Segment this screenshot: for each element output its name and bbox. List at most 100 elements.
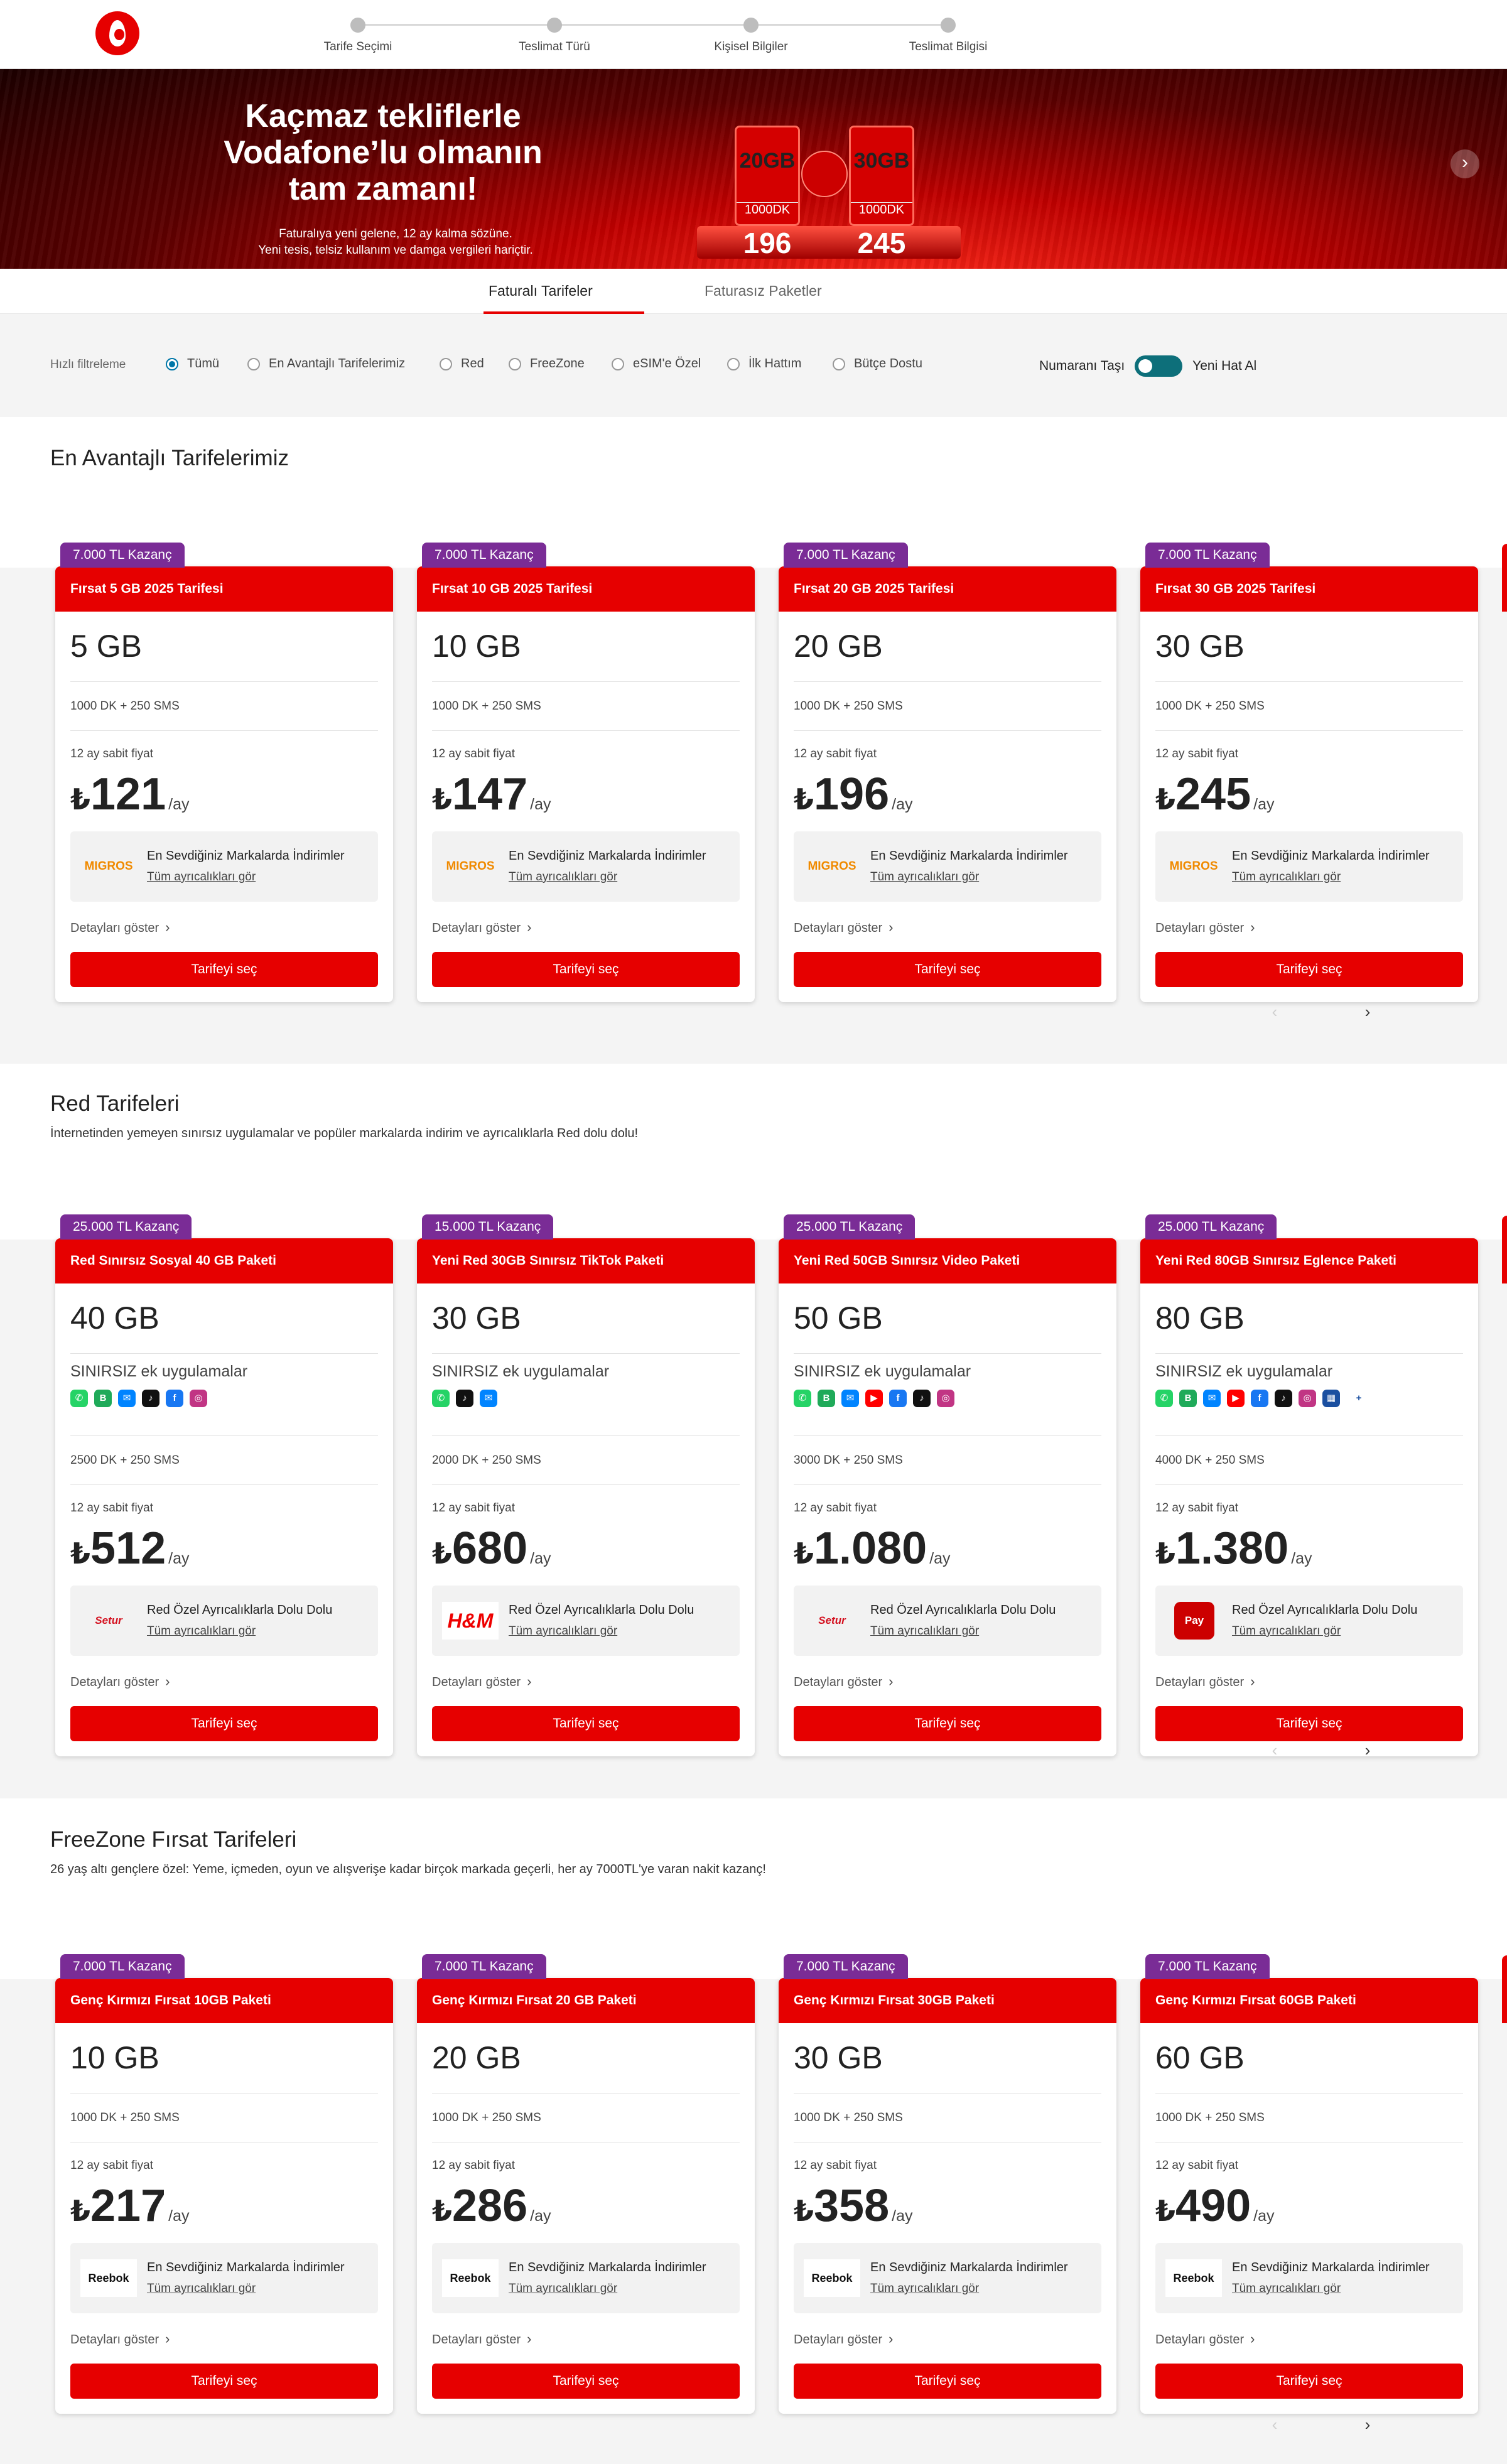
fixed-price-label: 12 ay sabit fiyat bbox=[1155, 2159, 1239, 2172]
perk-box[interactable]: Setur Red Özel Ayrıcalıklarla Dolu Dolu Tü… bbox=[70, 1586, 378, 1656]
all-perks-link[interactable]: Tüm ayrıcalıkları gör bbox=[509, 2282, 617, 2296]
show-details-link[interactable]: Detayları göster › bbox=[432, 919, 740, 936]
filter-esim[interactable]: eSIM'e Özel bbox=[612, 357, 701, 371]
filter-option-label: En Avantajlı Tarifelerimiz bbox=[269, 357, 406, 370]
filter-all[interactable]: Tümü bbox=[166, 357, 219, 371]
filter-first-line[interactable]: İlk Hattım bbox=[727, 357, 801, 371]
tariff-card-body: 20 GB 1000 DK + 250 SMS 12 ay sabit fiyat ₺… bbox=[779, 612, 1116, 1002]
select-tariff-button[interactable]: Tarifeyi seç bbox=[432, 952, 740, 987]
radio-icon[interactable] bbox=[612, 357, 624, 370]
earning-badge: 7.000 TL Kazanç bbox=[1145, 543, 1270, 568]
all-perks-link[interactable]: Tüm ayrıcalıkları gör bbox=[870, 870, 979, 884]
perk-box[interactable]: Reebok En Sevdiğiniz Markalarda İndirimle… bbox=[70, 2243, 378, 2313]
radio-icon[interactable] bbox=[166, 357, 178, 370]
monthly-price: ₺ 147/ay bbox=[432, 769, 740, 820]
show-details-link[interactable]: Detayları göster › bbox=[1155, 2331, 1463, 2347]
radio-icon[interactable] bbox=[247, 357, 260, 370]
radio-icon[interactable] bbox=[833, 357, 845, 370]
select-tariff-button[interactable]: Tarifeyi seç bbox=[70, 2364, 378, 2399]
all-perks-link[interactable]: Tüm ayrıcalıkları gör bbox=[1232, 870, 1341, 884]
select-tariff-button[interactable]: Tarifeyi seç bbox=[432, 2364, 740, 2399]
perk-box[interactable]: Reebok En Sevdiğiniz Markalarda İndirimle… bbox=[432, 2243, 740, 2313]
select-tariff-button[interactable]: Tarifeyi seç bbox=[794, 1706, 1101, 1741]
filter-red[interactable]: Red bbox=[440, 357, 484, 371]
show-details-link[interactable]: Detayları göster › bbox=[70, 919, 378, 936]
tab-prepaid[interactable]: Faturasız Paketler bbox=[705, 283, 822, 300]
show-details-link[interactable]: Detayları göster › bbox=[794, 1673, 1101, 1690]
select-tariff-button[interactable]: Tarifeyi seç bbox=[70, 952, 378, 987]
show-details-link[interactable]: Detayları göster › bbox=[1155, 919, 1463, 936]
carousel-next-icon[interactable]: › bbox=[1355, 1738, 1380, 1763]
perk-box[interactable]: Reebok En Sevdiğiniz Markalarda İndirimle… bbox=[1155, 2243, 1463, 2313]
price-amount: 121 bbox=[90, 769, 166, 819]
tariff-tabs: Faturalı Tarifeler Faturasız Paketler bbox=[0, 269, 1507, 314]
earning-badge: 7.000 TL Kazanç bbox=[60, 543, 185, 568]
show-details-link[interactable]: Detayları göster › bbox=[432, 1673, 740, 1690]
all-perks-link[interactable]: Tüm ayrıcalıkları gör bbox=[509, 1624, 617, 1638]
select-tariff-button[interactable]: Tarifeyi seç bbox=[794, 2364, 1101, 2399]
select-tariff-button[interactable]: Tarifeyi seç bbox=[432, 1706, 740, 1741]
all-perks-link[interactable]: Tüm ayrıcalıkları gör bbox=[147, 1624, 256, 1638]
brand-logo: MIGROS bbox=[808, 860, 856, 873]
promo-banner[interactable]: Kaçmaz tekliflerle Vodafone’lu olmanın t… bbox=[0, 69, 1507, 269]
perk-box[interactable]: MIGROS En Sevdiğiniz Markalarda İndirimle… bbox=[1155, 831, 1463, 902]
perk-box[interactable]: Pay Red Özel Ayrıcalıklarla Dolu Dolu Tüm … bbox=[1155, 1586, 1463, 1656]
number-port-toggle[interactable] bbox=[1135, 355, 1183, 377]
fixed-price-label: 12 ay sabit fiyat bbox=[432, 2159, 516, 2172]
carousel-next-icon[interactable]: › bbox=[1355, 1000, 1380, 1025]
data-amount: 80 GB bbox=[1155, 1283, 1463, 1354]
filter-best[interactable]: En Avantajlı Tarifelerimiz bbox=[247, 357, 405, 371]
all-perks-link[interactable]: Tüm ayrıcalıkları gör bbox=[1232, 2282, 1341, 2296]
all-perks-link[interactable]: Tüm ayrıcalıkları gör bbox=[147, 2282, 256, 2296]
carousel-prev-icon[interactable]: ‹ bbox=[1262, 1738, 1287, 1763]
carousel-prev-icon[interactable]: ‹ bbox=[1262, 1000, 1287, 1025]
vodafone-logo[interactable] bbox=[95, 11, 139, 55]
tiktok-icon: ♪ bbox=[1275, 1390, 1292, 1407]
earning-badge: 7.000 TL Kazanç bbox=[784, 543, 908, 568]
show-details-link[interactable]: Detayları göster › bbox=[1155, 1673, 1463, 1690]
all-perks-link[interactable]: Tüm ayrıcalıkları gör bbox=[870, 2282, 979, 2296]
perk-box[interactable]: MIGROS En Sevdiğiniz Markalarda İndirimle… bbox=[70, 831, 378, 902]
filter-freezone[interactable]: FreeZone bbox=[509, 357, 585, 371]
all-perks-link[interactable]: Tüm ayrıcalıkları gör bbox=[870, 1624, 979, 1638]
card-padding bbox=[432, 2399, 740, 2414]
carousel-prev-icon[interactable]: ‹ bbox=[1262, 2413, 1287, 2438]
perk-box[interactable]: Setur Red Özel Ayrıcalıklarla Dolu Dolu Tü… bbox=[794, 1586, 1101, 1656]
messenger-icon: ✉ bbox=[1203, 1390, 1221, 1407]
select-tariff-button[interactable]: Tarifeyi seç bbox=[1155, 952, 1463, 987]
radio-icon[interactable] bbox=[440, 357, 452, 370]
select-tariff-button[interactable]: Tarifeyi seç bbox=[1155, 2364, 1463, 2399]
tariff-card: 7.000 TL Kazanç Genç Kırmızı Fırsat 10GB … bbox=[55, 1954, 393, 2414]
perk-box[interactable]: MIGROS En Sevdiğiniz Markalarda İndirimle… bbox=[432, 831, 740, 902]
filter-budget[interactable]: Bütçe Dostu bbox=[833, 357, 922, 371]
monthly-price: ₺ 358/ay bbox=[794, 2180, 1101, 2232]
banner-next-icon[interactable]: › bbox=[1450, 149, 1479, 178]
all-perks-link[interactable]: Tüm ayrıcalıkları gör bbox=[147, 870, 256, 884]
tariff-name: Red Sınırsız Sosyal 40 GB Paketi bbox=[55, 1238, 393, 1283]
brand-logo: Reebok bbox=[80, 2259, 137, 2297]
show-details-link[interactable]: Detayları göster › bbox=[794, 919, 1101, 936]
perk-box[interactable]: Reebok En Sevdiğiniz Markalarda İndirimle… bbox=[794, 2243, 1101, 2313]
show-details-link[interactable]: Detayları göster › bbox=[70, 1673, 378, 1690]
show-details-link[interactable]: Detayları göster › bbox=[70, 2331, 378, 2347]
show-details-link[interactable]: Detayları göster › bbox=[794, 2331, 1101, 2347]
per-month-label: /ay bbox=[1291, 1550, 1312, 1567]
show-details-link[interactable]: Detayları göster › bbox=[432, 2331, 740, 2347]
radio-icon[interactable] bbox=[727, 357, 740, 370]
perk-box[interactable]: H&M Red Özel Ayrıcalıklarla Dolu Dolu Tüm … bbox=[432, 1586, 740, 1656]
all-perks-link[interactable]: Tüm ayrıcalıkları gör bbox=[1232, 1624, 1341, 1638]
all-perks-link[interactable]: Tüm ayrıcalıkları gör bbox=[509, 870, 617, 884]
select-tariff-button[interactable]: Tarifeyi seç bbox=[1155, 1706, 1463, 1741]
tariff-name: Fırsat 30 GB 2025 Tarifesi bbox=[1140, 566, 1478, 612]
perk-box[interactable]: MIGROS En Sevdiğiniz Markalarda İndirimle… bbox=[794, 831, 1101, 902]
monthly-price: ₺ 217/ay bbox=[70, 2180, 378, 2232]
banner-title-line: tam zamanı! bbox=[288, 171, 478, 207]
radio-icon[interactable] bbox=[509, 357, 521, 370]
data-amount: 20 GB bbox=[432, 2023, 740, 2094]
chevron-right-icon: › bbox=[889, 1673, 894, 1689]
tab-postpaid[interactable]: Faturalı Tarifeler bbox=[489, 283, 593, 300]
data-amount: 20 GB bbox=[794, 612, 1101, 682]
select-tariff-button[interactable]: Tarifeyi seç bbox=[70, 1706, 378, 1741]
select-tariff-button[interactable]: Tarifeyi seç bbox=[794, 952, 1101, 987]
carousel-next-icon[interactable]: › bbox=[1355, 2413, 1380, 2438]
